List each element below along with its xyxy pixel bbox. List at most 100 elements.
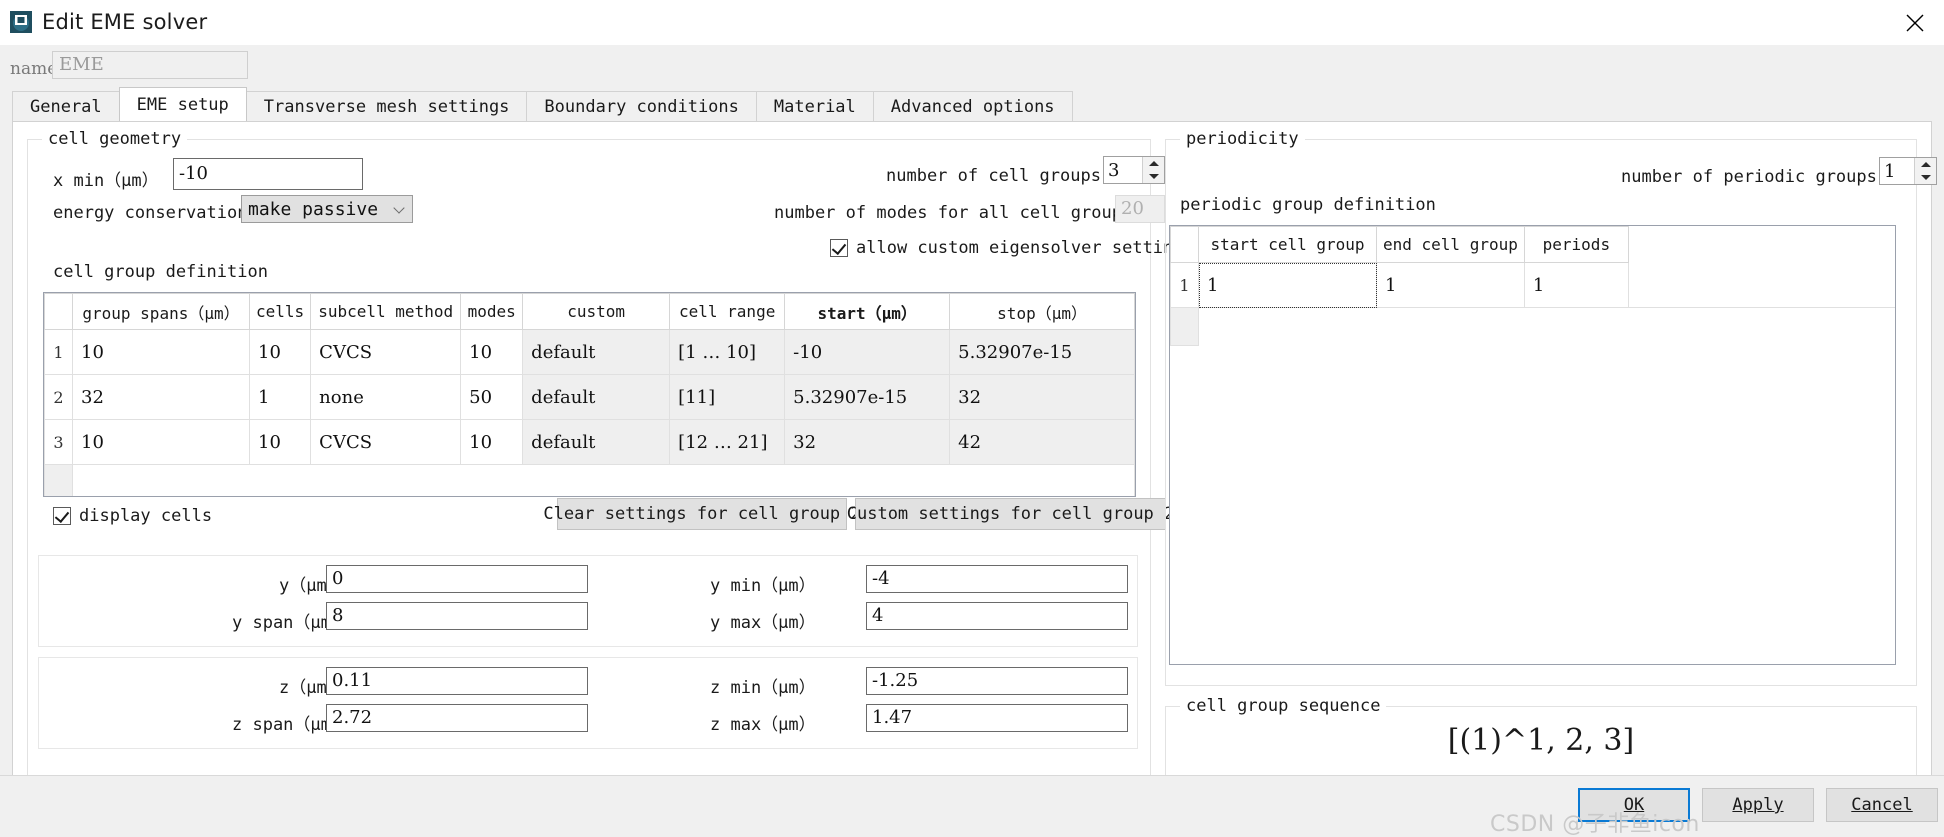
col-end-cell-group: end cell group xyxy=(1376,226,1525,263)
allow-custom-eigensolver-checkbox[interactable] xyxy=(830,239,848,257)
energy-conservation-label: energy conservation xyxy=(53,203,248,223)
cell-group-spans[interactable]: 10 xyxy=(72,419,250,465)
cell-group-sequence-title: cell group sequence xyxy=(1180,696,1387,716)
table-row[interactable]: 1 1 1 1 xyxy=(1170,262,1896,308)
stepper-arrows[interactable] xyxy=(1142,157,1164,183)
name-row: name EME xyxy=(0,45,1944,90)
stepper-up[interactable] xyxy=(1143,157,1164,170)
cell-subcell-method[interactable]: none xyxy=(310,374,462,420)
y-span-input[interactable]: 8 xyxy=(326,602,588,630)
dialog-body: name EME General EME setup Transverse me… xyxy=(0,45,1944,837)
cell-start-cell-group[interactable]: 1 xyxy=(1198,262,1377,308)
row-index: 1 xyxy=(1170,262,1199,308)
y-min-label: y min（μm） xyxy=(710,576,816,596)
table-row-empty[interactable] xyxy=(44,464,1135,496)
apply-button-label: Apply xyxy=(1732,795,1784,815)
cell-modes[interactable]: 10 xyxy=(460,329,524,375)
app-icon xyxy=(10,11,32,33)
cell-periods[interactable]: 1 xyxy=(1523,262,1629,308)
allow-custom-eigensolver-row[interactable]: allow custom eigensolver settings xyxy=(830,238,1194,258)
row-index: 3 xyxy=(44,419,73,465)
cell-cells[interactable]: 10 xyxy=(248,329,312,375)
cell-cell-range: [1 … 10] xyxy=(669,329,786,375)
table-row[interactable]: 2 32 1 none 50 default [11] 5.32907e-15 … xyxy=(44,374,1135,420)
cell-group-spans[interactable]: 10 xyxy=(72,329,250,375)
tab-advanced-options[interactable]: Advanced options xyxy=(872,91,1073,121)
cell-end-cell-group[interactable]: 1 xyxy=(1376,262,1525,308)
table-header-row: group spans（μm） cells subcell method mod… xyxy=(44,293,1135,330)
cell-cells[interactable]: 10 xyxy=(248,419,312,465)
chevron-down-icon xyxy=(394,203,406,215)
energy-conservation-value: make passive xyxy=(248,198,379,220)
col-periods: periods xyxy=(1523,226,1629,263)
cell-group-spans[interactable]: 32 xyxy=(72,374,250,420)
cell-group-definition-table[interactable]: group spans（μm） cells subcell method mod… xyxy=(43,292,1136,497)
row-index xyxy=(1170,307,1199,346)
z-max-label: z max（μm） xyxy=(710,715,816,735)
ok-button-label: OK xyxy=(1623,795,1645,815)
energy-conservation-select[interactable]: make passive xyxy=(241,195,413,223)
z-min-input[interactable]: -1.25 xyxy=(866,667,1128,695)
name-input[interactable]: EME xyxy=(52,51,248,79)
table-row-empty[interactable] xyxy=(1170,307,1895,346)
cell-start: 5.32907e-15 xyxy=(784,374,951,420)
y-min-input[interactable]: -4 xyxy=(866,565,1128,593)
tab-eme-setup[interactable]: EME setup xyxy=(118,87,247,121)
tab-general[interactable]: General xyxy=(12,91,120,121)
display-cells-checkbox[interactable] xyxy=(53,507,71,525)
row-index: 2 xyxy=(44,374,73,420)
y-max-input[interactable]: 4 xyxy=(866,602,1128,630)
cell-modes[interactable]: 50 xyxy=(460,374,524,420)
apply-button[interactable]: Apply xyxy=(1702,788,1814,822)
cell-subcell-method[interactable]: CVCS xyxy=(310,329,462,375)
cell-stop: 42 xyxy=(949,419,1135,465)
y-input[interactable]: 0 xyxy=(326,565,588,593)
x-min-label: x min（μm） xyxy=(53,171,159,191)
number-of-modes-input[interactable]: 20 xyxy=(1115,195,1165,223)
tab-material[interactable]: Material xyxy=(755,91,874,121)
cell-cell-range: [12 … 21] xyxy=(669,419,786,465)
cancel-button[interactable]: Cancel xyxy=(1826,788,1938,822)
col-start: start（μm） xyxy=(784,293,951,330)
row-index: 1 xyxy=(44,329,73,375)
tab-boundary-conditions[interactable]: Boundary conditions xyxy=(526,91,757,121)
cell-spacer xyxy=(1628,263,1895,308)
tab-content-panel: cell geometry x min（μm） -10 energy conse… xyxy=(12,121,1937,807)
tab-transverse-mesh-settings[interactable]: Transverse mesh settings xyxy=(245,91,528,121)
cell-custom[interactable]: default xyxy=(522,329,671,375)
cell-modes[interactable]: 10 xyxy=(460,419,524,465)
cell-start: -10 xyxy=(784,329,951,375)
periodic-group-definition-table[interactable]: start cell group end cell group periods … xyxy=(1169,225,1896,665)
cell-custom[interactable]: default xyxy=(522,419,671,465)
cell-cells[interactable]: 1 xyxy=(248,374,312,420)
cell-subcell-method[interactable]: CVCS xyxy=(310,419,462,465)
z-min-label: z min（μm） xyxy=(710,678,816,698)
number-of-cell-groups-stepper[interactable]: 3 xyxy=(1103,156,1165,184)
window-title: Edit EME solver xyxy=(42,10,208,34)
stepper-down[interactable] xyxy=(1915,171,1936,184)
y-coordinates-group: y（μm） 0 y span（μm） 8 y min（μm） -4 y max（… xyxy=(38,555,1138,647)
close-icon[interactable] xyxy=(1886,0,1944,45)
col-cells: cells xyxy=(248,293,312,330)
col-stop: stop（μm） xyxy=(949,293,1135,330)
z-max-input[interactable]: 1.47 xyxy=(866,704,1128,732)
cell-group-definition-label: cell group definition xyxy=(53,262,268,282)
clear-settings-button[interactable]: Clear settings for cell group 2 xyxy=(543,498,861,530)
z-span-input[interactable]: 2.72 xyxy=(326,704,588,732)
custom-settings-button[interactable]: Custom settings for cell group 2 xyxy=(847,498,1174,530)
empty-cell xyxy=(1198,307,1895,346)
stepper-up[interactable] xyxy=(1915,158,1936,171)
z-input[interactable]: 0.11 xyxy=(326,667,588,695)
stepper-down[interactable] xyxy=(1143,170,1164,183)
stepper-arrows[interactable] xyxy=(1914,158,1936,184)
cell-custom[interactable]: default xyxy=(522,374,671,420)
table-row[interactable]: 3 10 10 CVCS 10 default [12 … 21] 32 42 xyxy=(44,419,1135,465)
ok-button[interactable]: OK xyxy=(1578,788,1690,822)
number-of-periodic-groups-stepper[interactable]: 1 xyxy=(1879,157,1937,185)
title-bar: Edit EME solver xyxy=(0,0,1944,45)
display-cells-row[interactable]: display cells xyxy=(53,506,212,526)
empty-cell xyxy=(72,464,1135,496)
x-min-input[interactable]: -10 xyxy=(173,158,363,190)
cell-geometry-group: cell geometry x min（μm） -10 energy conse… xyxy=(27,129,1194,781)
table-row[interactable]: 1 10 10 CVCS 10 default [1 … 10] -10 5.3… xyxy=(44,329,1135,375)
